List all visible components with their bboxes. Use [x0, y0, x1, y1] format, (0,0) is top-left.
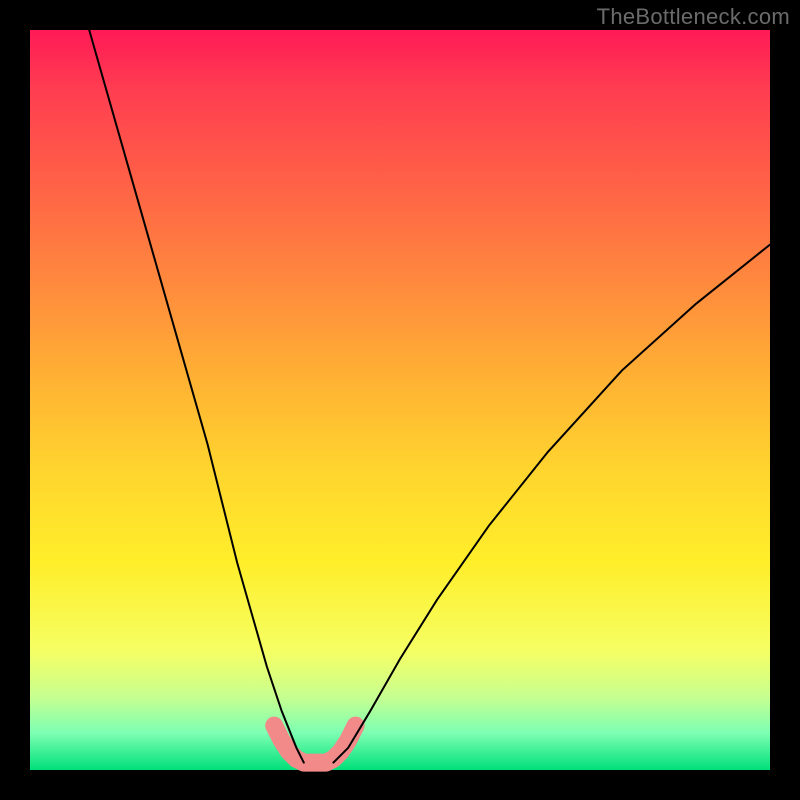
left-curve — [89, 30, 304, 763]
chart-overlay — [30, 30, 770, 770]
right-curve — [333, 245, 770, 763]
watermark-text: TheBottleneck.com — [597, 4, 790, 30]
bottom-band — [274, 726, 355, 763]
chart-frame: TheBottleneck.com — [0, 0, 800, 800]
